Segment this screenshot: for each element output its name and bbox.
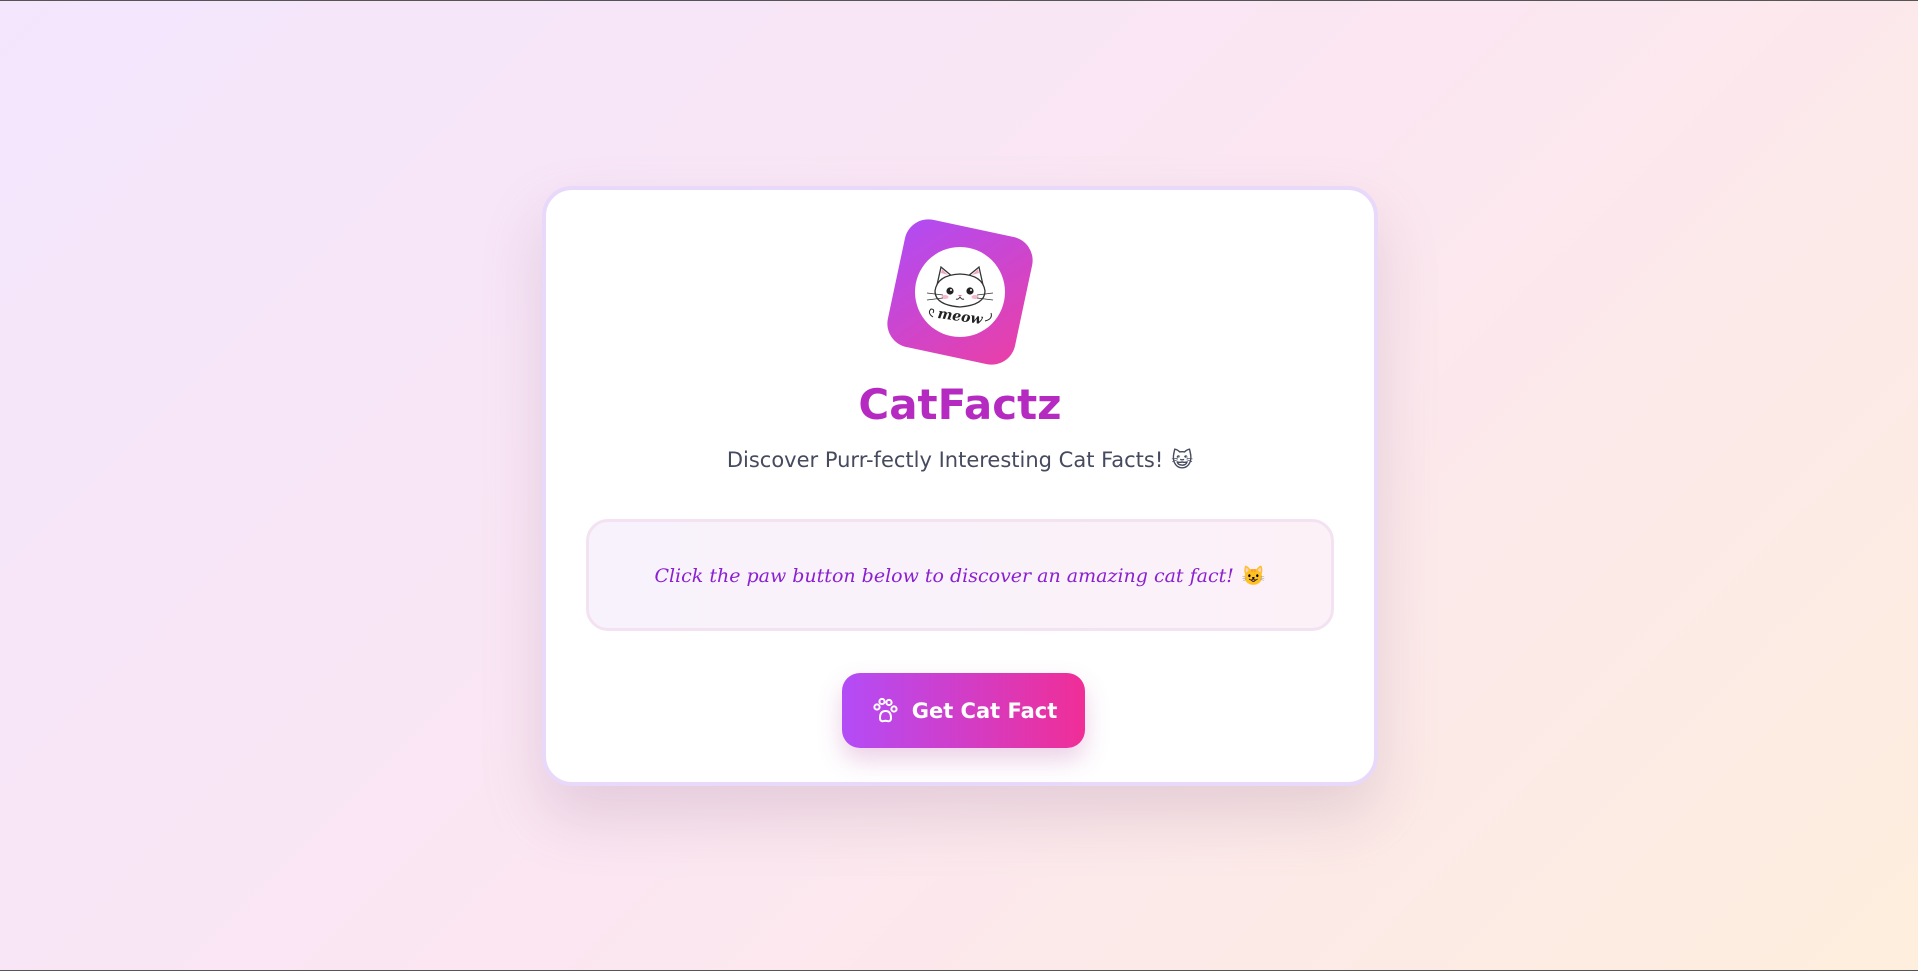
get-cat-fact-button[interactable]: Get Cat Fact xyxy=(842,673,1085,748)
fact-display-box: Click the paw button below to discover a… xyxy=(586,519,1334,631)
button-label: Get Cat Fact xyxy=(911,698,1058,723)
cat-emoji-icon: 😺 xyxy=(1171,448,1194,472)
paw-icon xyxy=(870,696,900,726)
fact-text: Click the paw button below to discover a… xyxy=(654,564,1234,587)
cat-emoji-icon: 😺 xyxy=(1241,564,1266,587)
subtitle-text: Discover Purr-fectly Interesting Cat Fac… xyxy=(726,448,1164,472)
cat-face-icon: meow xyxy=(915,247,1005,337)
fact-text-wrapper: Click the paw button below to discover a… xyxy=(654,564,1265,587)
page-title: CatFactz xyxy=(858,380,1062,429)
page-subtitle: Discover Purr-fectly Interesting Cat Fac… xyxy=(546,448,1374,472)
logo-text: meow xyxy=(937,306,985,328)
cat-fact-card: meow CatFactz Discover Purr-fectly Inter… xyxy=(542,186,1378,786)
app-logo: meow xyxy=(882,214,1038,370)
